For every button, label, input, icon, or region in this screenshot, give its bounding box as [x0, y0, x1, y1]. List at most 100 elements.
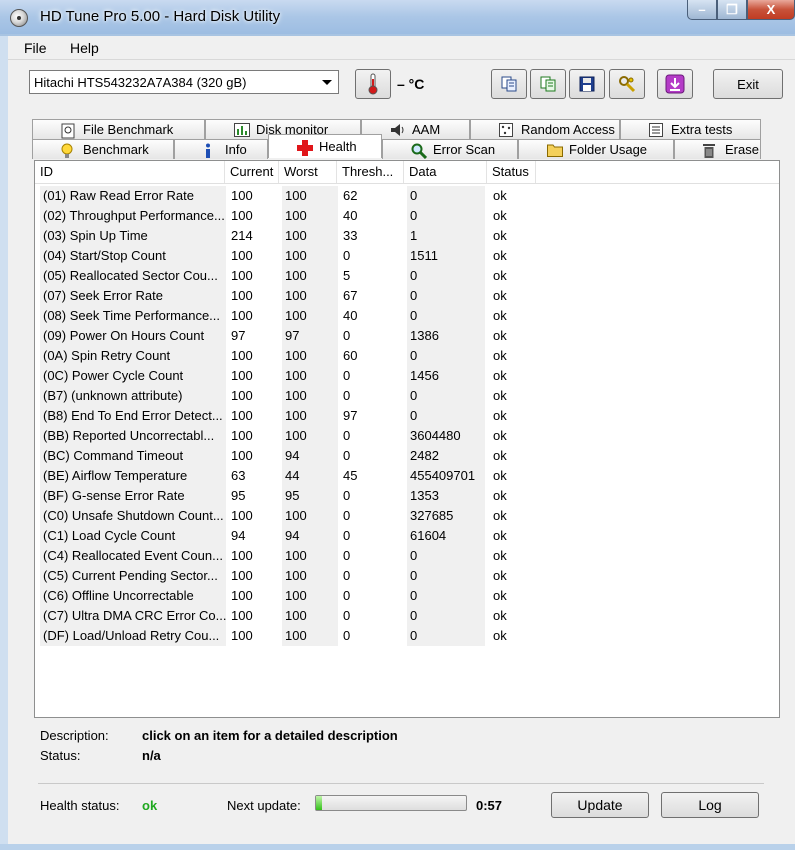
table-row[interactable]: (C4) Reallocated Event Coun... 100 100 0 0 ok: [35, 546, 779, 566]
table-row[interactable]: (BE) Airflow Temperature 63 44 45 455409701 o…: [35, 466, 779, 486]
worst-cell: 94: [282, 446, 338, 466]
table-row[interactable]: (BC) Command Timeout 100 94 0 2482 ok: [35, 446, 779, 466]
table-row[interactable]: (C0) Unsafe Shutdown Count... 100 100 0 3276…: [35, 506, 779, 526]
worst-cell: 100: [282, 566, 338, 586]
current-cell: 100: [231, 208, 253, 223]
table-row[interactable]: (0A) Spin Retry Count 100 100 60 0 ok: [35, 346, 779, 366]
column-header-threshold[interactable]: Thresh...: [337, 161, 404, 183]
data-cell: 0: [407, 406, 485, 426]
minimize-button[interactable]: –: [687, 0, 717, 20]
tab-erase[interactable]: Erase: [674, 139, 761, 159]
table-row[interactable]: (BB) Reported Uncorrectabl... 100 100 0 3604…: [35, 426, 779, 446]
table-row[interactable]: (BF) G-sense Error Rate 95 95 0 1353 ok: [35, 486, 779, 506]
attribute-id-cell: (0C) Power Cycle Count: [40, 366, 226, 386]
status-cell: ok: [493, 608, 507, 623]
maximize-button[interactable]: ❐: [717, 0, 747, 20]
threshold-cell: 5: [343, 268, 351, 283]
table-row[interactable]: (C5) Current Pending Sector... 100 100 0 0 ok: [35, 566, 779, 586]
attribute-id-cell: (09) Power On Hours Count: [40, 326, 226, 346]
table-row[interactable]: (B8) End To End Error Detect... 100 100 97 0…: [35, 406, 779, 426]
temperature-button[interactable]: [355, 69, 391, 99]
column-header-data[interactable]: Data: [404, 161, 487, 183]
tab-extra-tests[interactable]: Extra tests: [620, 119, 761, 139]
current-cell: 100: [231, 628, 253, 643]
current-cell: 100: [231, 308, 253, 323]
exit-button[interactable]: Exit: [713, 69, 783, 99]
data-cell: 1: [407, 226, 485, 246]
chevron-down-icon[interactable]: [322, 80, 332, 85]
update-button[interactable]: Update: [551, 792, 649, 818]
table-row[interactable]: (09) Power On Hours Count 97 97 0 1386 ok: [35, 326, 779, 346]
table-row[interactable]: (DF) Load/Unload Retry Cou... 100 100 0 0 ok: [35, 626, 779, 646]
threshold-cell: 0: [343, 388, 351, 403]
copy-info-button[interactable]: [491, 69, 527, 99]
screenshot-button[interactable]: [657, 69, 693, 99]
data-cell: 0: [407, 306, 485, 326]
table-row[interactable]: (01) Raw Read Error Rate 100 100 62 0 ok: [35, 186, 779, 206]
threshold-cell: 0: [343, 328, 351, 343]
menu-help[interactable]: Help: [70, 40, 99, 56]
status-cell: ok: [493, 288, 507, 303]
threshold-cell: 97: [343, 408, 358, 423]
table-row[interactable]: (03) Spin Up Time 214 100 33 1 ok: [35, 226, 779, 246]
table-row[interactable]: (C1) Load Cycle Count 94 94 0 61604 ok: [35, 526, 779, 546]
tab-error-scan[interactable]: Error Scan: [382, 139, 518, 159]
worst-cell: 97: [282, 326, 338, 346]
status-cell: ok: [493, 388, 507, 403]
tab-label: Random Access: [521, 122, 615, 137]
status-cell: ok: [493, 208, 507, 223]
table-row[interactable]: (02) Throughput Performance... 100 100 40 0 o…: [35, 206, 779, 226]
tab-label: Benchmark: [83, 142, 149, 157]
smart-attributes-table[interactable]: ID Current Worst Thresh... Data Status (…: [34, 160, 780, 718]
status-cell: ok: [493, 628, 507, 643]
worst-cell: 100: [282, 586, 338, 606]
status-label: Status:: [40, 748, 81, 763]
table-body: (01) Raw Read Error Rate 100 100 62 0 ok (02) …: [35, 186, 779, 646]
data-cell: 0: [407, 546, 485, 566]
save-button[interactable]: [569, 69, 605, 99]
table-row[interactable]: (B7) (unknown attribute) 100 100 0 0 ok: [35, 386, 779, 406]
lightbulb-icon: [61, 143, 75, 158]
column-header-worst[interactable]: Worst: [279, 161, 337, 183]
status-cell: ok: [493, 308, 507, 323]
tab-benchmark[interactable]: Benchmark: [32, 139, 174, 159]
options-button[interactable]: [609, 69, 645, 99]
column-header-current[interactable]: Current: [225, 161, 279, 183]
drive-select[interactable]: Hitachi HTS543232A7A384 (320 gB): [29, 70, 339, 94]
column-header-id[interactable]: ID: [35, 161, 225, 183]
table-row[interactable]: (07) Seek Error Rate 100 100 67 0 ok: [35, 286, 779, 306]
table-row[interactable]: (08) Seek Time Performance... 100 100 40 0 ok: [35, 306, 779, 326]
column-header-status[interactable]: Status: [487, 161, 536, 183]
trash-icon: [703, 143, 717, 158]
current-cell: 100: [231, 268, 253, 283]
tab-health[interactable]: Health: [268, 134, 382, 158]
attribute-id-cell: (DF) Load/Unload Retry Cou...: [40, 626, 226, 646]
table-row[interactable]: (C7) Ultra DMA CRC Error Co... 100 100 0 0 ok: [35, 606, 779, 626]
menu-file[interactable]: File: [24, 40, 47, 56]
data-cell: 0: [407, 626, 485, 646]
tab-info[interactable]: Info: [174, 139, 268, 159]
status-cell: ok: [493, 428, 507, 443]
current-cell: 100: [231, 448, 253, 463]
temperature-readout: – °C: [397, 76, 425, 92]
log-button[interactable]: Log: [661, 792, 759, 818]
table-row[interactable]: (05) Reallocated Sector Cou... 100 100 5 0 ok: [35, 266, 779, 286]
health-cross-icon: [297, 139, 313, 156]
tab-file-benchmark[interactable]: File Benchmark: [32, 119, 205, 139]
table-row[interactable]: (0C) Power Cycle Count 100 100 0 1456 ok: [35, 366, 779, 386]
table-row[interactable]: (04) Start/Stop Count 100 100 0 1511 ok: [35, 246, 779, 266]
current-cell: 100: [231, 408, 253, 423]
close-icon: X: [766, 2, 776, 17]
copy-all-button[interactable]: [530, 69, 566, 99]
data-cell: 327685: [407, 506, 485, 526]
hd-tune-app-icon[interactable]: [10, 9, 28, 27]
tab-folder-usage[interactable]: Folder Usage: [518, 139, 674, 159]
worst-cell: 100: [282, 346, 338, 366]
worst-cell: 100: [282, 406, 338, 426]
window-controls: – ❐ X: [687, 0, 795, 22]
tab-random-access[interactable]: Random Access: [470, 119, 620, 139]
data-cell: 3604480: [407, 426, 485, 446]
close-button[interactable]: X: [747, 0, 795, 20]
title-bar[interactable]: HD Tune Pro 5.00 - Hard Disk Utility – ❐…: [0, 0, 795, 34]
table-row[interactable]: (C6) Offline Uncorrectable 100 100 0 0 ok: [35, 586, 779, 606]
